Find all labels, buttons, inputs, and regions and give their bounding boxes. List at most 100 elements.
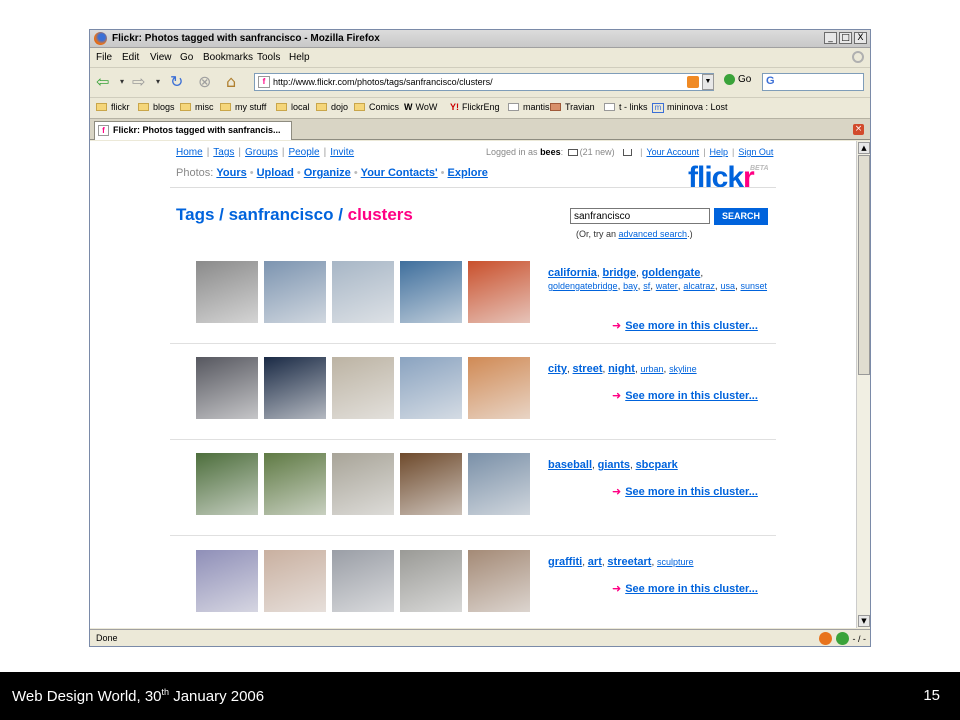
photo-thumbnail[interactable] xyxy=(468,453,530,515)
tag-link[interactable]: sunset xyxy=(741,281,768,291)
photo-thumbnail[interactable] xyxy=(264,357,326,419)
see-more-link[interactable]: ➜ See more in this cluster... xyxy=(612,319,758,332)
photo-thumbnail[interactable] xyxy=(400,357,462,419)
tag-link[interactable]: city xyxy=(548,363,567,375)
close-tab-icon[interactable]: × xyxy=(853,124,864,135)
search-button[interactable]: SEARCH xyxy=(714,208,768,225)
nav-home-link[interactable]: Home xyxy=(176,147,203,158)
bookmark-item[interactable]: Y! FlickrEng xyxy=(450,102,500,112)
stop-icon[interactable]: ⊗ xyxy=(198,72,211,92)
menu-view[interactable]: View xyxy=(150,52,172,63)
check-icon[interactable] xyxy=(835,632,849,645)
minimize-button[interactable]: _ xyxy=(824,32,837,44)
go-button[interactable]: Go xyxy=(724,74,751,85)
photo-thumbnail[interactable] xyxy=(196,453,258,515)
bookmark-item[interactable]: t - links xyxy=(604,102,648,112)
vertical-scrollbar[interactable]: ▲ ▼ xyxy=(856,141,870,628)
tag-link[interactable]: bridge xyxy=(602,267,636,279)
bookmark-item[interactable]: m mininova : Lost xyxy=(652,102,728,113)
photo-thumbnail[interactable] xyxy=(332,261,394,323)
photo-thumbnail[interactable] xyxy=(468,357,530,419)
tag-crumb[interactable]: sanfrancisco xyxy=(229,205,334,224)
photo-thumbnail[interactable] xyxy=(400,261,462,323)
tag-link[interactable]: night xyxy=(608,363,635,375)
advanced-search-link[interactable]: advanced search xyxy=(619,229,688,239)
nav-groups-link[interactable]: Groups xyxy=(245,147,278,158)
menu-help[interactable]: Help xyxy=(289,52,310,63)
tag-link[interactable]: usa xyxy=(720,281,735,291)
firefox-status-icon[interactable] xyxy=(818,632,832,645)
photo-thumbnail[interactable] xyxy=(400,453,462,515)
tag-link[interactable]: california xyxy=(548,267,597,279)
bookmark-item[interactable]: Comics xyxy=(354,102,399,112)
menu-edit[interactable]: Edit xyxy=(122,52,139,63)
tag-search-input[interactable] xyxy=(570,208,710,224)
new-mail-count[interactable]: (21 new) xyxy=(580,147,615,157)
photos-yours-link[interactable]: Yours xyxy=(216,167,246,179)
url-input[interactable]: f http://www.flickr.com/photos/tags/sanf… xyxy=(254,73,714,91)
bookmark-item[interactable]: mantis xyxy=(508,102,550,112)
tag-link[interactable]: sbcpark xyxy=(636,459,678,471)
bookmark-item[interactable]: flickr xyxy=(96,102,130,112)
bookmark-item[interactable]: local xyxy=(276,102,310,112)
tag-link[interactable]: bay xyxy=(623,281,638,291)
forward-icon[interactable]: ⇨ xyxy=(132,72,145,92)
photos-organize-link[interactable]: Organize xyxy=(304,167,351,179)
nav-tags-link[interactable]: Tags xyxy=(213,147,234,158)
photo-thumbnail[interactable] xyxy=(196,550,258,612)
photo-thumbnail[interactable] xyxy=(332,550,394,612)
back-icon[interactable]: ⇦ xyxy=(96,72,109,92)
menu-go[interactable]: Go xyxy=(180,52,193,63)
flickr-logo[interactable]: flickr BETA xyxy=(688,161,769,195)
bookmark-item[interactable]: dojo xyxy=(316,102,348,112)
tab-flickr[interactable]: f Flickr: Photos tagged with sanfrancis.… xyxy=(94,121,292,140)
bookmark-item[interactable]: W WoW xyxy=(404,102,437,112)
search-engine-input[interactable]: G xyxy=(762,73,864,91)
url-dropdown-icon[interactable]: ▼ xyxy=(702,74,714,90)
tag-link[interactable]: sculpture xyxy=(657,557,694,567)
tag-link[interactable]: alcatraz xyxy=(683,281,715,291)
tag-link[interactable]: water xyxy=(656,281,678,291)
scroll-down-icon[interactable]: ▼ xyxy=(858,615,870,627)
photo-thumbnail[interactable] xyxy=(196,261,258,323)
bookmark-item[interactable]: blogs xyxy=(138,102,175,112)
bookmark-item[interactable]: Travian xyxy=(550,102,595,112)
scroll-thumb[interactable] xyxy=(858,155,870,375)
photo-thumbnail[interactable] xyxy=(196,357,258,419)
tag-link[interactable]: baseball xyxy=(548,459,592,471)
tag-link[interactable]: streetart xyxy=(607,556,651,568)
photo-thumbnail[interactable] xyxy=(264,453,326,515)
tag-link[interactable]: art xyxy=(588,556,602,568)
help-link[interactable]: Help xyxy=(710,147,729,157)
photo-thumbnail[interactable] xyxy=(332,453,394,515)
cart-icon[interactable] xyxy=(623,149,633,156)
tag-link[interactable]: skyline xyxy=(669,364,697,374)
bookmark-item[interactable]: my stuff xyxy=(220,102,266,112)
scroll-up-icon[interactable]: ▲ xyxy=(858,142,870,154)
your-account-link[interactable]: Your Account xyxy=(646,147,699,157)
nav-invite-link[interactable]: Invite xyxy=(330,147,354,158)
tag-link[interactable]: goldengatebridge xyxy=(548,281,618,291)
see-more-link[interactable]: ➜ See more in this cluster... xyxy=(612,582,758,595)
tag-link[interactable]: graffiti xyxy=(548,556,582,568)
close-button[interactable]: X xyxy=(854,32,867,44)
menu-tools[interactable]: Tools xyxy=(257,52,280,63)
see-more-link[interactable]: ➜ See more in this cluster... xyxy=(612,389,758,402)
reload-icon[interactable]: ↻ xyxy=(170,72,183,92)
photo-thumbnail[interactable] xyxy=(264,550,326,612)
home-icon[interactable]: ⌂ xyxy=(226,72,236,92)
photo-thumbnail[interactable] xyxy=(332,357,394,419)
tag-link[interactable]: giants xyxy=(598,459,630,471)
tag-link[interactable]: street xyxy=(573,363,603,375)
tags-crumb[interactable]: Tags xyxy=(176,205,214,224)
rss-feed-icon[interactable] xyxy=(687,76,699,88)
photo-thumbnail[interactable] xyxy=(468,550,530,612)
bookmark-item[interactable]: misc xyxy=(180,102,214,112)
mail-icon[interactable] xyxy=(567,149,578,156)
menu-bookmarks[interactable]: Bookmarks xyxy=(203,52,253,63)
see-more-link[interactable]: ➜ See more in this cluster... xyxy=(612,485,758,498)
photos-upload-link[interactable]: Upload xyxy=(257,167,294,179)
photos-explore-link[interactable]: Explore xyxy=(448,167,488,179)
photo-thumbnail[interactable] xyxy=(264,261,326,323)
menu-file[interactable]: File xyxy=(96,52,112,63)
